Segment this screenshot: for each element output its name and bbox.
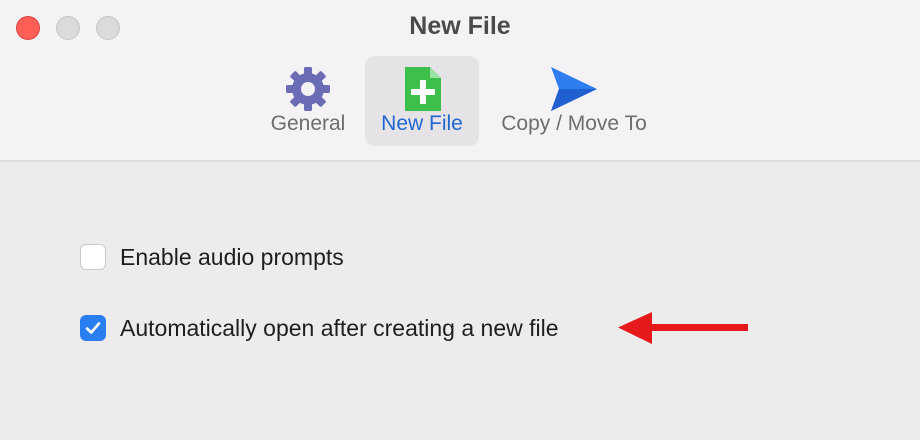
tab-general[interactable]: General bbox=[258, 56, 358, 146]
checkmark-icon bbox=[85, 322, 101, 334]
tab-new-file-label: New File bbox=[381, 112, 463, 135]
red-arrow-icon bbox=[618, 312, 748, 344]
enable-audio-prompts-label: Enable audio prompts bbox=[120, 243, 344, 270]
tab-copy-move-to-label: Copy / Move To bbox=[501, 112, 647, 135]
auto-open-new-file-label: Automatically open after creating a new … bbox=[120, 314, 559, 341]
preferences-window: New File General New File Copy / Move To… bbox=[0, 0, 920, 440]
tab-new-file[interactable]: New File bbox=[365, 56, 479, 146]
option-auto-open-new-file[interactable]: Automatically open after creating a new … bbox=[80, 313, 559, 343]
gear-icon bbox=[286, 67, 330, 111]
settings-panel: Enable audio prompts Automatically open … bbox=[0, 161, 920, 440]
auto-open-new-file-checkbox[interactable] bbox=[80, 315, 106, 341]
enable-audio-prompts-checkbox[interactable] bbox=[80, 244, 106, 270]
new-file-icon bbox=[405, 67, 441, 111]
option-enable-audio-prompts[interactable]: Enable audio prompts bbox=[80, 242, 344, 272]
tab-copy-move-to[interactable]: Copy / Move To bbox=[488, 56, 660, 146]
window-title: New File bbox=[409, 12, 511, 40]
send-icon bbox=[551, 67, 597, 111]
tab-general-label: General bbox=[270, 112, 346, 135]
title-bar: New File General New File Copy / Move To bbox=[0, 0, 920, 161]
